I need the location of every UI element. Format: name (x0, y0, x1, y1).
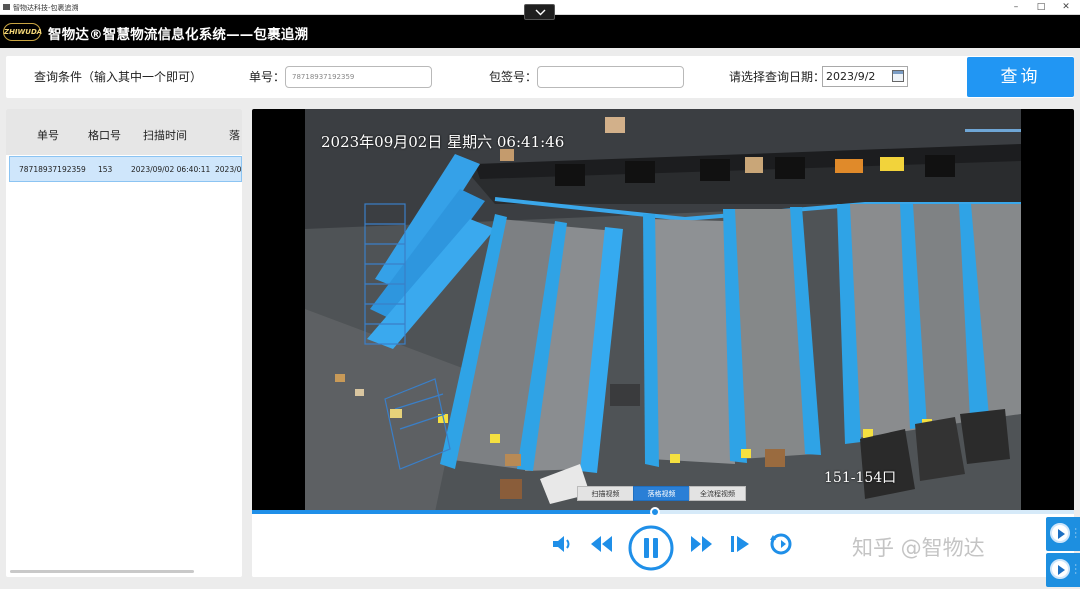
video-stage[interactable]: 2023年09月02日 星期六 06:41:46 151-154口 扫描视频 落… (252, 109, 1074, 512)
column-header-drop-time[interactable]: 落 (229, 127, 240, 143)
query-panel: 查询条件（输入其中一个即可） 单号： 包签号： 请选择查询日期： 2023/9/… (6, 56, 1074, 98)
sorting-chutes-scene (305, 109, 1021, 512)
progress-handle[interactable] (649, 507, 660, 517)
window-title: 智物达科技-包裹追溯 (13, 4, 79, 12)
query-button[interactable]: 查询 (967, 57, 1074, 97)
video-progress-bar[interactable] (252, 507, 1074, 517)
close-button[interactable]: ✕ (1055, 1, 1077, 13)
progress-fill (252, 510, 655, 514)
replay-icon[interactable] (768, 531, 794, 557)
tab-scan-video[interactable]: 扫描视频 (577, 486, 634, 501)
order-number-label: 单号： (249, 70, 286, 84)
cell-order: 78718937192359 (19, 165, 86, 174)
watermark-text: 知乎 @智物达 (852, 536, 985, 560)
rewind-icon[interactable] (588, 531, 614, 557)
brand-logo: ZHIWUDA (3, 23, 42, 41)
table-row[interactable]: 78718937192359 153 2023/09/02 06:40:11 2… (9, 156, 242, 182)
query-conditions-label: 查询条件（输入其中一个即可） (34, 70, 203, 84)
pause-icon[interactable] (628, 525, 674, 571)
minimize-button[interactable]: – (1005, 1, 1027, 13)
list-header: 单号 格口号 扫描时间 落 (6, 109, 242, 155)
calendar-icon[interactable] (892, 70, 904, 82)
next-frame-icon[interactable] (728, 531, 754, 557)
cell-drop-time: 2023/0 (215, 165, 242, 174)
date-picker[interactable]: 2023/9/2 (822, 66, 908, 87)
cell-port: 153 (98, 165, 113, 174)
video-camera-icon (1050, 523, 1070, 543)
system-title: 智物达®智慧物流信息化系统——包裹追溯 (48, 27, 309, 43)
video-camera-icon (1050, 559, 1070, 579)
fast-forward-icon[interactable] (689, 531, 715, 557)
tab-full-process-video[interactable]: 全流程视频 (689, 486, 746, 501)
column-header-order[interactable]: 单号 (37, 127, 59, 143)
column-header-port[interactable]: 格口号 (88, 127, 121, 143)
window-title-bar: 智物达科技-包裹追溯 – □ ✕ (0, 0, 1080, 20)
bag-tag-label: 包签号： (489, 70, 538, 84)
video-port-overlay: 151-154口 (824, 470, 897, 486)
column-header-scan-time[interactable]: 扫描时间 (143, 127, 187, 143)
tab-drop-video[interactable]: 落格视频 (633, 486, 690, 501)
order-number-input[interactable] (285, 66, 432, 88)
query-date-label: 请选择查询日期： (729, 70, 826, 84)
date-value: 2023/9/2 (826, 70, 876, 83)
camera-frame: 2023年09月02日 星期六 06:41:46 151-154口 (305, 109, 1021, 512)
maximize-button[interactable]: □ (1030, 1, 1052, 13)
video-timestamp-overlay: 2023年09月02日 星期六 06:41:46 (321, 133, 565, 151)
volume-icon[interactable] (549, 531, 575, 557)
playback-controls: 知乎 @智物达 (252, 517, 1074, 577)
app-window: 智物达科技-包裹追溯 – □ ✕ ZHIWUDA 智物达®智慧物流信息化系统——… (0, 0, 1080, 589)
side-video-button-1[interactable]: · · · (1046, 517, 1080, 551)
video-player: 2023年09月02日 星期六 06:41:46 151-154口 扫描视频 落… (252, 109, 1074, 577)
more-icon: · · · (1074, 525, 1077, 542)
more-icon: · · · (1074, 561, 1077, 578)
side-video-button-2[interactable]: · · · (1046, 553, 1080, 587)
cell-scan-time: 2023/09/02 06:40:11 (131, 165, 211, 174)
bag-tag-input[interactable] (537, 66, 684, 88)
horizontal-scrollbar[interactable] (10, 570, 194, 573)
chevron-down-icon (535, 9, 546, 16)
collapse-tab[interactable] (524, 4, 555, 20)
app-icon (3, 4, 10, 10)
result-list-panel: 单号 格口号 扫描时间 落 78718937192359 153 2023/09… (6, 109, 242, 577)
